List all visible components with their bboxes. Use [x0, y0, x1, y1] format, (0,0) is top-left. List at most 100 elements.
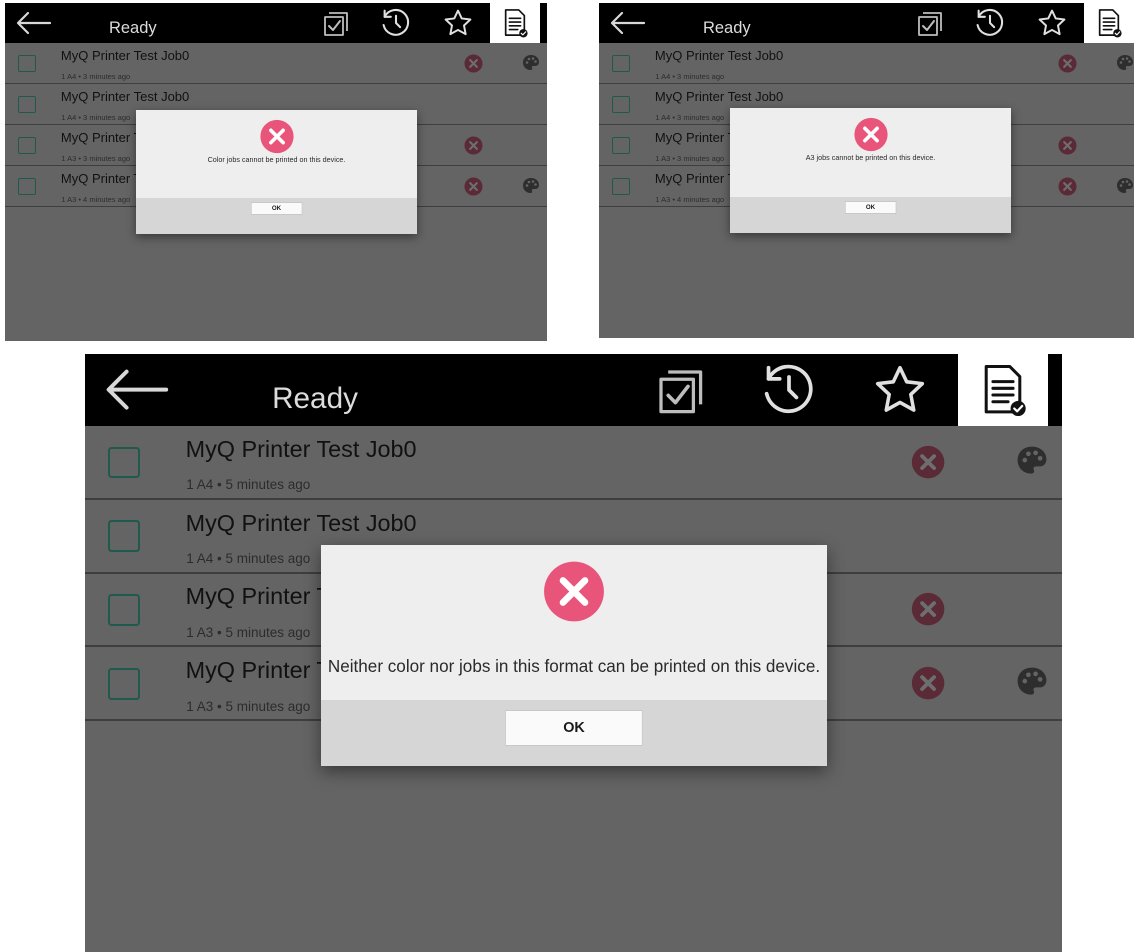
job-meta: 1 A4 • 3 minutes ago [655, 112, 725, 122]
job-name: MyQ Printer Te [185, 657, 342, 684]
color-palette-icon [1017, 668, 1047, 696]
dialog-message: Neither color nor jobs in this format ca… [327, 657, 821, 676]
top-bar: Ready [85, 354, 1062, 426]
job-row[interactable]: MyQ Printer Test Job0 1 A4 • 3 minutes a… [599, 43, 1134, 84]
job-checkbox[interactable] [108, 668, 140, 700]
job-checkbox[interactable] [612, 54, 630, 72]
job-meta: 1 A3 • 5 minutes ago [186, 698, 311, 714]
job-meta: 1 A3 • 4 minutes ago [61, 194, 131, 204]
job-meta: 1 A3 • 4 minutes ago [655, 194, 725, 204]
ready-jobs-tab[interactable] [958, 354, 1048, 426]
status-title: Ready [272, 382, 358, 416]
ok-button[interactable]: OK [250, 202, 303, 215]
dialog-footer: OK [321, 700, 827, 766]
dialog-message: Color jobs cannot be printed on this dev… [207, 155, 346, 165]
job-checkbox[interactable] [18, 54, 36, 72]
job-checkbox[interactable] [18, 177, 36, 195]
printer-screen: Ready [599, 3, 1134, 338]
select-all-icon [918, 12, 942, 36]
ready-jobs-tab[interactable] [1084, 3, 1134, 43]
error-icon [544, 561, 604, 622]
dialog-footer: OK [730, 196, 1011, 233]
job-name: MyQ Printer Te [60, 130, 148, 146]
error-icon [853, 117, 888, 151]
select-all-button[interactable] [634, 354, 724, 426]
job-name: MyQ Printer Test Job0 [60, 89, 190, 105]
job-meta: 1 A4 • 3 minutes ago [61, 71, 131, 81]
job-checkbox[interactable] [108, 594, 140, 626]
top-bar: Ready [599, 3, 1134, 43]
job-name: MyQ Printer Te [185, 583, 342, 610]
job-checkbox[interactable] [108, 446, 140, 479]
history-button[interactable] [965, 3, 1015, 43]
job-checkbox[interactable] [18, 95, 36, 113]
favorites-button[interactable] [855, 354, 945, 426]
error-icon [912, 593, 945, 626]
history-icon [382, 8, 410, 36]
select-all-button[interactable] [310, 3, 360, 43]
ok-button-label: OK [865, 203, 876, 211]
job-checkbox[interactable] [18, 136, 36, 154]
ok-button[interactable]: OK [504, 710, 644, 747]
ready-jobs-tab[interactable] [490, 3, 540, 43]
job-checkbox[interactable] [612, 95, 630, 113]
back-arrow-icon [106, 370, 168, 410]
status-title: Ready [702, 18, 751, 37]
job-checkbox[interactable] [612, 136, 630, 154]
job-row[interactable]: MyQ Printer Test Job0 1 A4 • 5 minutes a… [85, 426, 1062, 500]
ready-jobs-icon [504, 9, 528, 38]
error-icon [464, 135, 483, 155]
job-name: MyQ Printer Test Job0 [185, 509, 417, 536]
select-all-button[interactable] [904, 3, 954, 43]
history-icon [976, 8, 1004, 36]
job-meta: 1 A4 • 3 minutes ago [655, 71, 725, 81]
error-dialog: Neither color nor jobs in this format ca… [321, 545, 827, 766]
color-palette-icon [1117, 177, 1133, 193]
job-row[interactable]: MyQ Printer Test Job0 1 A4 • 3 minutes a… [5, 43, 547, 84]
favorites-star-icon [1038, 9, 1066, 36]
dialog-message: A3 jobs cannot be printed on this device… [805, 153, 936, 163]
job-checkbox[interactable] [612, 177, 630, 195]
job-name: MyQ Printer Te [60, 171, 148, 187]
ok-button[interactable]: OK [844, 201, 897, 214]
history-button[interactable] [744, 354, 834, 426]
color-palette-icon [1017, 446, 1047, 474]
error-icon [1058, 176, 1077, 196]
favorites-star-icon [876, 365, 925, 412]
color-palette-icon [1117, 54, 1133, 70]
ready-jobs-icon [1098, 9, 1122, 38]
favorites-button[interactable] [433, 3, 483, 43]
job-name: MyQ Printer Te [654, 130, 742, 146]
history-icon [764, 364, 813, 414]
printer-screen: Ready [5, 3, 547, 341]
error-icon [464, 53, 483, 73]
error-icon [259, 119, 294, 153]
back-button[interactable] [599, 3, 661, 43]
favorites-star-icon [444, 9, 472, 36]
select-all-icon [324, 12, 348, 36]
printer-screen: Ready [85, 354, 1062, 952]
back-button[interactable] [5, 3, 67, 43]
back-button[interactable] [85, 354, 197, 426]
ready-jobs-icon [984, 364, 1026, 417]
job-name: MyQ Printer Te [654, 171, 742, 187]
error-dialog: A3 jobs cannot be printed on this device… [730, 108, 1011, 233]
error-icon [912, 667, 945, 700]
history-button[interactable] [371, 3, 421, 43]
job-name: MyQ Printer Test Job0 [654, 48, 784, 64]
job-checkbox[interactable] [108, 520, 140, 552]
ok-button-label: OK [563, 720, 585, 737]
error-icon [1058, 53, 1077, 73]
color-palette-icon [523, 54, 539, 70]
job-name: MyQ Printer Test Job0 [60, 48, 190, 64]
back-arrow-icon [16, 11, 52, 35]
ok-button-label: OK [271, 204, 282, 212]
favorites-button[interactable] [1027, 3, 1077, 43]
job-meta: 1 A4 • 5 minutes ago [186, 551, 311, 567]
job-name: MyQ Printer Test Job0 [185, 435, 417, 462]
job-meta: 1 A3 • 5 minutes ago [186, 624, 311, 640]
job-meta: 1 A4 • 5 minutes ago [186, 477, 311, 493]
error-icon [464, 176, 483, 196]
back-arrow-icon [610, 11, 646, 35]
status-title: Ready [108, 18, 157, 37]
